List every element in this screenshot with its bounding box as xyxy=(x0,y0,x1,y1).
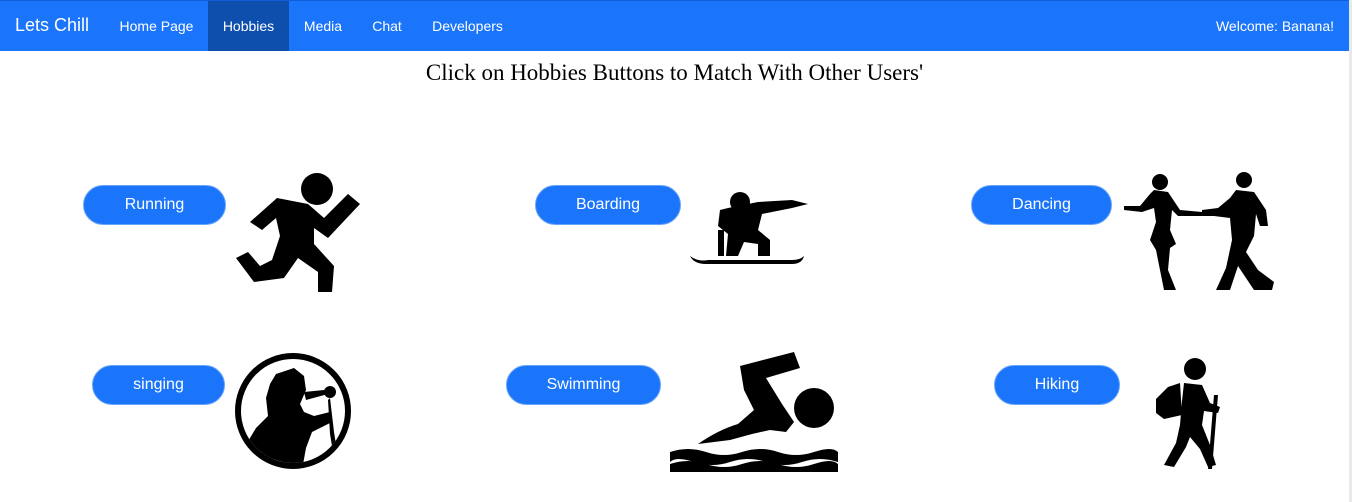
swimmer-icon xyxy=(668,348,840,474)
running-icon xyxy=(232,170,364,294)
nav-developers[interactable]: Developers xyxy=(417,1,518,51)
nav-home-page[interactable]: Home Page xyxy=(105,1,208,51)
swimming-button[interactable]: Swimming xyxy=(506,365,661,405)
brand-link[interactable]: Lets Chill xyxy=(15,15,89,36)
hiker-icon xyxy=(1150,355,1230,471)
navbar: Lets Chill Home Page Hobbies Media Chat … xyxy=(0,0,1349,51)
nav-media[interactable]: Media xyxy=(289,1,357,51)
dancing-couple-icon xyxy=(1118,170,1278,294)
nav-chat[interactable]: Chat xyxy=(357,1,417,51)
page-headline: Click on Hobbies Buttons to Match With O… xyxy=(425,60,924,85)
welcome-text: Welcome: Banana! xyxy=(1215,18,1334,34)
singer-icon xyxy=(234,352,352,470)
dancing-button[interactable]: Dancing xyxy=(971,185,1112,225)
boarding-button[interactable]: Boarding xyxy=(535,185,681,225)
nav-hobbies[interactable]: Hobbies xyxy=(208,1,289,51)
snowboarding-icon xyxy=(688,190,808,266)
running-button[interactable]: Running xyxy=(83,185,226,225)
hiking-button[interactable]: Hiking xyxy=(994,365,1120,405)
page: Lets Chill Home Page Hobbies Media Chat … xyxy=(0,0,1352,502)
singing-button[interactable]: singing xyxy=(92,365,225,405)
